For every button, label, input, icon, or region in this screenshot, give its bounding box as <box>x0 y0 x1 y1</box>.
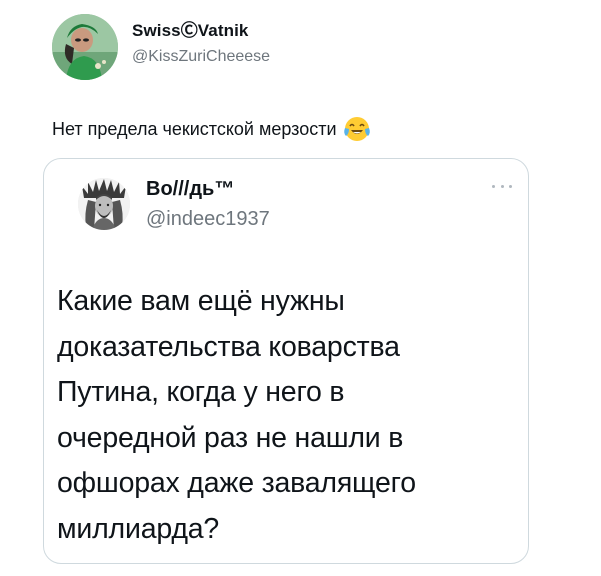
quoted-tweet-author[interactable]: Во///дь™ @indeec1937 <box>78 177 270 231</box>
tweet-text-content: Нет предела чекистской мерзости <box>52 119 337 139</box>
quoted-text-line: Путина, когда у него в <box>57 376 345 408</box>
tweet-text: Нет предела чекистской мерзости <box>52 115 371 143</box>
quoted-text-line: офшорах даже завалящего <box>57 467 416 499</box>
quoted-text-line: миллиарда? <box>57 512 220 545</box>
woman-in-green-avatar-icon <box>52 14 118 80</box>
tweet-author[interactable]: SwissⒸVatnik @KissZuriCheeese <box>52 14 270 80</box>
more-dot <box>500 184 504 188</box>
quoted-author-display-name[interactable]: Во///дь™ <box>146 177 270 201</box>
tweet: SwissⒸVatnik @KissZuriCheeese Нет предел… <box>0 0 601 576</box>
face-with-tears-of-joy-icon <box>343 117 370 141</box>
author-avatar[interactable] <box>52 14 118 80</box>
quoted-author-avatar[interactable] <box>78 178 130 230</box>
quoted-author-text: Во///дь™ @indeec1937 <box>146 177 270 231</box>
quoted-text-line: Какие вам ещё нужны <box>57 285 345 317</box>
author-display-name[interactable]: SwissⒸVatnik <box>132 20 270 42</box>
author-handle[interactable]: @KissZuriCheeese <box>132 46 270 68</box>
quoted-author-handle[interactable]: @indeec1937 <box>146 207 270 231</box>
quoted-text-line: очередной раз не нашли в <box>57 421 404 454</box>
more-dot <box>492 184 495 188</box>
more-dots-icon[interactable] <box>492 181 512 191</box>
author-text: SwissⒸVatnik @KissZuriCheeese <box>132 20 270 68</box>
more-dot <box>509 184 512 188</box>
engraved-portrait-avatar-icon <box>78 178 130 230</box>
quoted-tweet-text: Какие вам ещё нужны доказательства ковар… <box>57 279 517 552</box>
quoted-text-line: доказательства коварства <box>57 330 400 363</box>
quoted-tweet-card[interactable]: Во///дь™ @indeec1937 Какие вам ещё нужны… <box>43 158 529 564</box>
